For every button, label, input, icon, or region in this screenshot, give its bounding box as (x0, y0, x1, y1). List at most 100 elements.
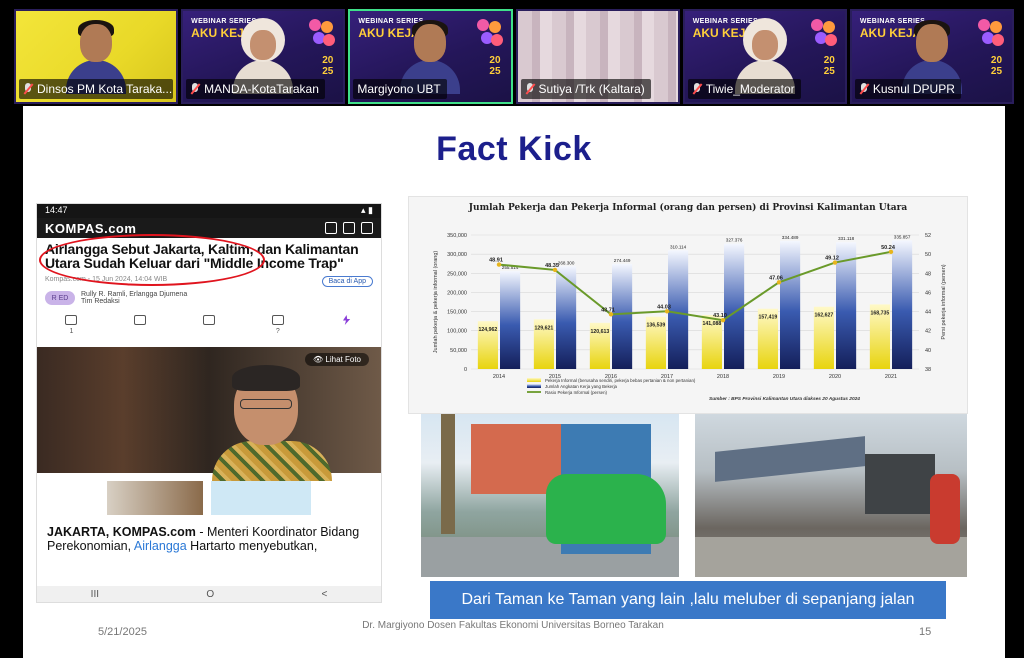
y-tick-label: 50,000 (450, 348, 467, 354)
data-label-ratio: 50.24 (881, 245, 896, 251)
bar-total-workers (724, 243, 745, 369)
footer-page-number: 15 (919, 626, 932, 638)
data-label-informal: 157,419 (759, 315, 778, 321)
participant-tile[interactable]: Sutiya /Trk (Kaltara) (515, 9, 680, 104)
data-label-ratio: 48.35 (545, 263, 559, 269)
x-tick-label: 2018 (717, 374, 729, 380)
status-time: 14:47 (45, 205, 68, 215)
kompas-logo: KOMPAS.com (45, 221, 136, 236)
y2-tick-label: 48 (925, 271, 931, 277)
x-tick-label: 2020 (829, 374, 841, 380)
y-tick-label: 300,000 (447, 252, 467, 258)
footer-date: 5/21/2025 (98, 626, 147, 638)
brand-year: 20 25 (991, 55, 1002, 77)
article-action-button[interactable]: 1 (65, 315, 78, 335)
y2-tick-label: 42 (925, 329, 931, 335)
y-tick-label: 0 (464, 367, 467, 373)
webinar-logo-icon (476, 19, 503, 49)
kompas-header: KOMPAS.com (37, 218, 381, 238)
article-authors: R ED Rully R. Ramli, Erlangga Djumena Ti… (37, 287, 381, 309)
read-in-app-button[interactable]: Baca di App (321, 276, 373, 287)
footer-author: Dr. Margiyono Dosen Fakultas Ekonomi Uni… (362, 620, 664, 631)
data-label-ratio: 49.12 (825, 256, 839, 262)
body-link: Airlangga (133, 539, 187, 553)
view-photo-label: Lihat Foto (325, 355, 361, 364)
legend-label: Jumlah Angkatan Kerja yang Bekerja (545, 384, 618, 389)
data-label-ratio: 43.10 (713, 313, 727, 319)
bar-total-workers (500, 271, 521, 369)
legend-swatch (527, 378, 541, 382)
brand-year-top: 20 (823, 55, 835, 66)
data-label-ratio: 43.71 (601, 307, 615, 313)
article-action-button[interactable] (202, 315, 215, 335)
bar-total-workers (612, 263, 633, 369)
participant-tile[interactable]: WEBINAR SERIES AKU KEJAR 20 25 Tiwie_Moderat… (682, 9, 847, 104)
action-icon (202, 315, 215, 325)
y2-tick-label: 46 (925, 290, 931, 296)
shared-slide: Fact Kick 14:47 ▴ ▮ KOMPAS.com Airlangga… (23, 106, 1005, 658)
data-label-informal: 162,627 (815, 313, 834, 319)
x-tick-label: 2021 (885, 374, 897, 380)
body-dateline: JAKARTA, KOMPAS.com (47, 525, 196, 539)
article-actions: 1? (37, 309, 381, 339)
bar-total-workers (668, 250, 689, 369)
participant-name: Kusnul DPUPR (872, 82, 955, 96)
brand-year: 20 25 (489, 55, 500, 77)
action-icon (342, 315, 351, 325)
article-action-button[interactable] (134, 315, 147, 335)
author-avatars: R ED (45, 291, 75, 305)
participant-tile[interactable]: Dinsos PM Kota Taraka... (14, 9, 179, 104)
participant-tile[interactable]: WEBINAR SERIES AKU KEJAR 20 25 Margiyono UBT (348, 9, 513, 104)
y2-tick-label: 52 (925, 233, 931, 239)
article-photo: 👁 Lihat Foto (37, 347, 381, 481)
data-label-ratio: 44.03 (657, 304, 671, 310)
data-label-informal: 124,962 (479, 327, 498, 333)
phone-status-bar: 14:47 ▴ ▮ (37, 204, 381, 218)
y-axis-label: Jumlah pekerja & pekerja informal (orang… (433, 251, 439, 354)
mic-muted-icon (23, 83, 33, 95)
legend-swatch (527, 384, 541, 388)
mic-muted-icon (692, 83, 702, 95)
action-count: ? (275, 328, 280, 335)
y-tick-label: 200,000 (447, 290, 467, 296)
brand-year-top: 20 (489, 55, 501, 66)
mic-muted-icon (859, 83, 869, 95)
participant-name-label: Kusnul DPUPR (854, 79, 961, 99)
kompas-brand: KOMPAS.com (45, 220, 137, 236)
data-label-total: 327.376 (726, 238, 743, 243)
x-tick-label: 2019 (773, 374, 785, 380)
brand-year-bottom: 25 (823, 66, 835, 77)
participant-tile[interactable]: WEBINAR SERIES AKU KEJAR 20 25 Kusnul DPUPR (849, 9, 1015, 104)
y2-tick-label: 38 (925, 367, 931, 373)
legend-label: Rasio Pekerja Informal (persen) (545, 390, 608, 395)
photo-person (212, 365, 332, 481)
photo-caption: Dari Taman ke Taman yang lain ,lalu melu… (430, 581, 946, 619)
participant-name-label: MANDA-KotaTarakan (186, 79, 325, 99)
workers-chart: Jumlah Pekerja dan Pekerja Informal (ora… (408, 196, 968, 414)
webinar-logo-icon (978, 19, 1005, 49)
data-label-total: 274.449 (614, 258, 631, 263)
webinar-logo-icon (309, 19, 336, 49)
view-photo-button[interactable]: 👁 Lihat Foto (305, 353, 369, 366)
y-tick-label: 150,000 (447, 310, 467, 316)
data-label-total: 331.118 (838, 236, 855, 241)
data-label-total: 334.489 (782, 235, 799, 240)
mic-muted-icon (190, 83, 200, 95)
y2-axis-label: Persi pekerja informal (persen) (941, 264, 947, 339)
meeting-window: Dinsos PM Kota Taraka... WEBINAR SERIES AK… (0, 0, 1024, 658)
street-vendor-photo-park (421, 414, 679, 577)
data-label-informal: 129,621 (535, 325, 554, 331)
data-label-informal: 168,735 (871, 310, 890, 316)
y-tick-label: 100,000 (447, 329, 467, 335)
data-label-informal: 141,088 (703, 321, 722, 327)
bar-total-workers (892, 240, 913, 369)
participant-tile[interactable]: WEBINAR SERIES AKU KEJAR 20 25 MANDA-KotaTar… (181, 9, 346, 104)
kompas-k-icon (325, 222, 337, 234)
article-action-button[interactable] (341, 315, 353, 335)
action-icon (134, 315, 147, 325)
author-team: Tim Redaksi (81, 298, 120, 305)
action-icon (65, 315, 78, 325)
thumbnail-photo (107, 481, 203, 515)
article-action-button[interactable]: ? (271, 315, 284, 335)
status-icons: ▴ ▮ (361, 205, 373, 215)
